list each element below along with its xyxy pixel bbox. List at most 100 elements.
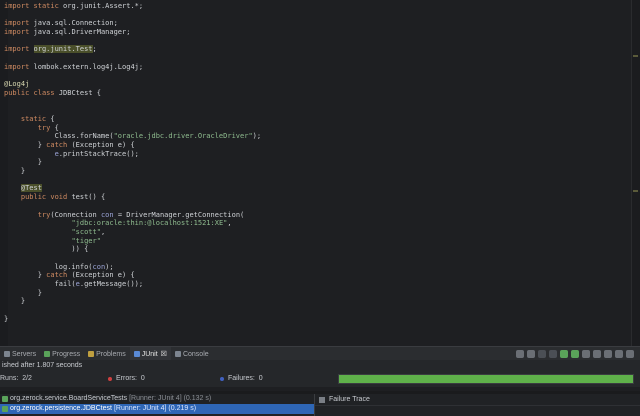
code-token: @Test [20, 184, 42, 193]
code-line[interactable] [0, 106, 261, 115]
progress-icon [44, 351, 51, 357]
test-run-history-icon[interactable] [593, 350, 601, 358]
code-editor[interactable]: import static org.junit.Assert.*; import… [0, 0, 640, 346]
code-line[interactable]: import org.junit.Test; [0, 45, 261, 54]
minimize-icon[interactable] [615, 350, 623, 358]
code-line[interactable] [0, 202, 261, 211]
tab-label: Problems [96, 350, 126, 358]
code-line[interactable]: import static org.junit.Assert.*; [0, 2, 261, 11]
code-token: JDBCtest { [58, 88, 101, 97]
code-token: import [4, 19, 34, 28]
code-line[interactable]: } [0, 167, 261, 176]
rerun-failed-first-icon[interactable] [571, 350, 579, 358]
code-line[interactable] [0, 72, 261, 81]
progress-fill [339, 375, 633, 383]
code-token: } [4, 167, 26, 176]
code-token: test() { [71, 193, 106, 202]
code-token: { [54, 123, 59, 132]
runs-counter: Runs: 2/2 [0, 375, 32, 382]
tab-junit[interactable]: JUnit ☒ [129, 347, 171, 361]
test-tree[interactable]: org.zerock.service.BoardServiceTests [Run… [0, 394, 314, 416]
tab-label: Console [182, 350, 209, 358]
tab-progress[interactable]: Progress [40, 347, 84, 361]
code-token: import [4, 62, 34, 71]
code-token: "scott" [71, 227, 101, 236]
next-failure-icon[interactable] [516, 350, 524, 358]
previous-failure-icon[interactable] [527, 350, 535, 358]
code-line[interactable] [0, 323, 261, 332]
stop-icon[interactable] [582, 350, 590, 358]
code-token: )) { [4, 245, 89, 254]
code-token: fail( [4, 280, 76, 288]
code-line[interactable]: log.info(con); [0, 263, 261, 272]
code-line[interactable]: } catch (Exception e) { [0, 141, 261, 150]
code-line[interactable] [0, 37, 261, 46]
view-menu-icon[interactable] [604, 350, 612, 358]
test-tree-row[interactable]: org.zerock.service.BoardServiceTests [Run… [0, 394, 314, 404]
code-line[interactable] [0, 11, 261, 20]
code-line[interactable]: import java.sql.DriverManager; [0, 28, 261, 37]
code-token: } [4, 288, 42, 297]
code-line[interactable] [0, 254, 261, 263]
code-token: class [33, 88, 59, 97]
failure-trace-icon [319, 396, 325, 403]
rerun-test-icon[interactable] [560, 350, 568, 358]
code-line[interactable] [0, 54, 261, 63]
test-runner-info: [Runner: JUnit 4] (0.132 s) [129, 395, 212, 402]
code-line[interactable] [0, 176, 261, 185]
failures-value: 0 [258, 375, 263, 382]
overview-ruler[interactable] [631, 0, 640, 346]
code-token: catch [46, 271, 72, 280]
code-line[interactable]: "tiger" [0, 237, 261, 246]
show-failures-only-icon[interactable] [538, 350, 546, 358]
code-line[interactable]: } [0, 158, 261, 167]
code-token: .getMessage()); [79, 280, 144, 288]
code-line[interactable]: fail(e.getMessage()); [0, 280, 261, 289]
code-token: static [33, 2, 64, 10]
code-token: { [50, 114, 55, 123]
code-line[interactable]: @Test [0, 184, 261, 193]
code-token: org.junit.Assert.*; [63, 2, 144, 10]
code-line[interactable]: public class JDBCtest { [0, 89, 261, 98]
code-line[interactable] [0, 306, 261, 315]
code-line[interactable]: } [0, 289, 261, 298]
code-line[interactable]: static { [0, 115, 261, 124]
test-tree-row[interactable]: org.zerock.persistence.JDBCtest [Runner: … [0, 404, 314, 414]
code-token: java.sql.Connection; [33, 19, 118, 28]
code-line[interactable]: )) { [0, 245, 261, 254]
failures-counter: Failures: 0 [220, 375, 263, 382]
code-line[interactable]: public void test() { [0, 193, 261, 202]
tab-servers[interactable]: Servers [0, 347, 40, 361]
tab-label: Servers [12, 350, 37, 358]
code-line[interactable]: import lombok.extern.log4j.Log4j; [0, 63, 261, 72]
code-line[interactable]: try(Connection con = DriverManager.getCo… [0, 211, 261, 220]
tab-problems[interactable]: Problems [84, 347, 130, 361]
code-line[interactable]: } [0, 297, 261, 306]
code-line[interactable]: "scott", [0, 228, 261, 237]
code-line[interactable]: try { [0, 124, 261, 133]
scroll-lock-icon[interactable] [549, 350, 557, 358]
code-line[interactable]: } [0, 315, 261, 324]
code-token: ); [105, 262, 114, 271]
failure-icon [220, 376, 224, 381]
code-line[interactable]: "jdbc:oracle:thin:@localhost:1521:XE", [0, 219, 261, 228]
code-token: @Log4j [4, 80, 30, 89]
code-line[interactable]: } catch (Exception e) { [0, 271, 261, 280]
ruler-marker [633, 55, 638, 57]
code-token: org.junit.Test [33, 45, 93, 54]
maximize-icon[interactable] [626, 350, 634, 358]
code-line[interactable]: Class.forName("oracle.jdbc.driver.Oracle… [0, 132, 262, 141]
code-line[interactable]: e.printStackTrace(); [0, 150, 261, 159]
close-tab-icon[interactable]: ☒ [161, 350, 167, 358]
code-line[interactable] [0, 98, 261, 107]
code-token: public [4, 88, 34, 97]
code-line[interactable]: @Log4j [0, 80, 261, 89]
code-line[interactable]: import java.sql.Connection; [0, 19, 261, 28]
tab-label: JUnit [141, 350, 158, 358]
tab-console[interactable]: Console [171, 347, 213, 361]
